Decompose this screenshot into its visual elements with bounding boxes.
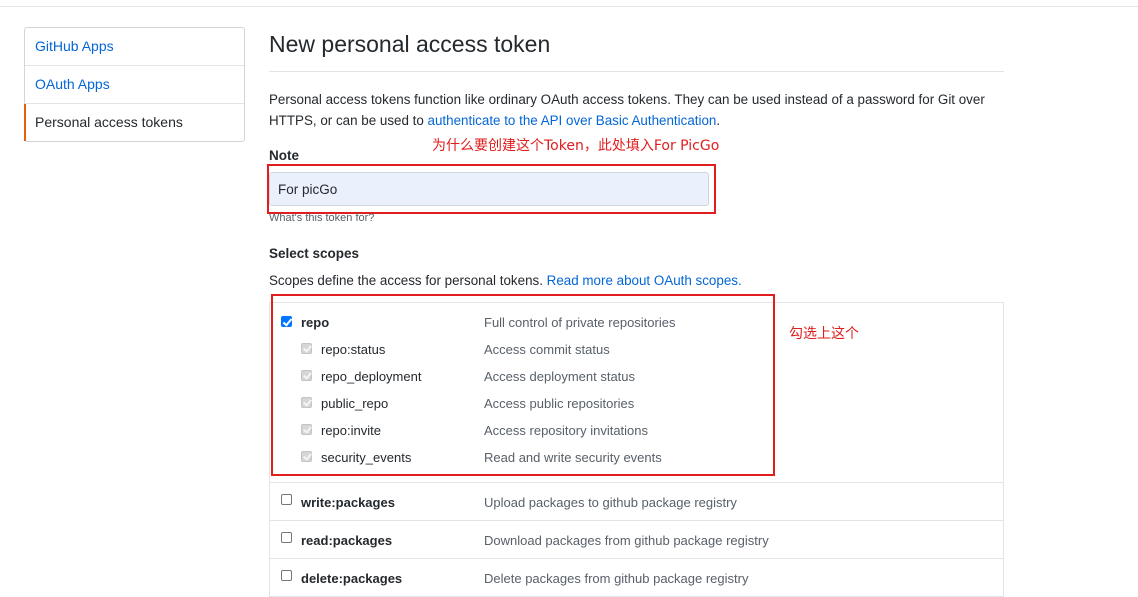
sidebar-item-github-apps[interactable]: GitHub Apps bbox=[25, 28, 244, 66]
oauth-scopes-link[interactable]: Read more about OAuth scopes. bbox=[547, 273, 742, 288]
select-scopes-label: Select scopes bbox=[269, 246, 360, 261]
page-title: New personal access token bbox=[269, 31, 551, 57]
scope-name: delete:packages bbox=[301, 571, 403, 586]
title-divider bbox=[269, 71, 1004, 72]
scopes-description: Scopes define the access for personal to… bbox=[269, 273, 742, 288]
scopes-desc-text: Scopes define the access for personal to… bbox=[269, 273, 547, 288]
note-label: Note bbox=[269, 148, 299, 163]
scope-description: Download packages from github package re… bbox=[484, 533, 769, 548]
repo-highlight-box bbox=[271, 294, 775, 476]
scope-row-read-packages: read:packages Download packages from git… bbox=[270, 521, 1003, 558]
scope-name: read:packages bbox=[301, 533, 393, 548]
delete-packages-checkbox[interactable] bbox=[281, 570, 292, 581]
repo-annotation: 勾选上这个 bbox=[789, 326, 859, 342]
scope-row-write-packages: write:packages Upload packages to github… bbox=[270, 483, 1003, 520]
note-hint: What's this token for? bbox=[269, 212, 375, 224]
intro-paragraph: Personal access tokens function like ord… bbox=[269, 89, 1009, 131]
top-divider bbox=[0, 6, 1138, 7]
sidebar-item-oauth-apps[interactable]: OAuth Apps bbox=[25, 66, 244, 104]
scope-description: Upload packages to github package regist… bbox=[484, 495, 737, 510]
scope-name: write:packages bbox=[301, 495, 395, 510]
note-input[interactable] bbox=[269, 172, 709, 206]
note-annotation: 为什么要创建这个Token，此处填入For PicGo bbox=[432, 138, 720, 154]
delete-packages-scope-group: delete:packages Delete packages from git… bbox=[270, 559, 1003, 597]
write-packages-scope-group: write:packages Upload packages to github… bbox=[270, 483, 1003, 521]
scope-description: Delete packages from github package regi… bbox=[484, 571, 749, 586]
write-packages-checkbox[interactable] bbox=[281, 494, 292, 505]
read-packages-checkbox[interactable] bbox=[281, 532, 292, 543]
read-packages-scope-group: read:packages Download packages from git… bbox=[270, 521, 1003, 559]
settings-sidebar: GitHub Apps OAuth Apps Personal access t… bbox=[24, 27, 245, 142]
intro-end: . bbox=[716, 113, 721, 128]
scope-row-delete-packages: delete:packages Delete packages from git… bbox=[270, 559, 1003, 596]
basic-auth-link[interactable]: authenticate to the API over Basic Authe… bbox=[428, 113, 717, 128]
sidebar-item-personal-access-tokens[interactable]: Personal access tokens bbox=[24, 104, 244, 141]
